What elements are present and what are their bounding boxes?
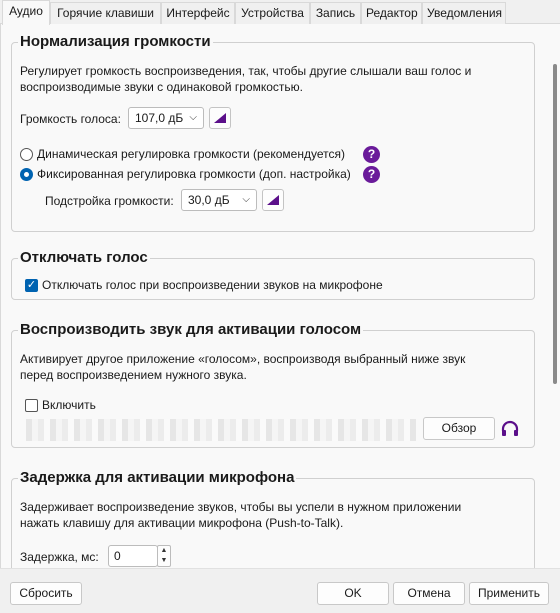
- mute-checkbox[interactable]: ✓: [25, 279, 38, 292]
- dialog-footer: Сбросить OK Отмена Применить: [0, 568, 560, 613]
- fixed-label: Фиксированная регулировка громкости (доп…: [37, 167, 351, 181]
- normalization-title: Нормализация громкости: [18, 32, 213, 52]
- tuning-select[interactable]: 30,0 дБ ⌵: [181, 189, 257, 211]
- dynamic-radio[interactable]: [20, 148, 33, 161]
- activation-group: Воспроизводить звук для активации голосо…: [11, 320, 535, 448]
- activation-desc-1: Активирует другое приложение «голосом», …: [20, 352, 466, 366]
- activation-title: Воспроизводить звук для активации голосо…: [18, 320, 364, 340]
- chevron-down-icon: ⌵: [242, 194, 250, 205]
- vertical-scrollbar[interactable]: [553, 64, 557, 384]
- dynamic-label: Динамическая регулировка громкости (реко…: [37, 147, 345, 161]
- normalization-group: Нормализация громкости Регулирует громко…: [11, 32, 535, 232]
- delay-desc-1: Задерживает воспроизведение звуков, чтоб…: [20, 500, 462, 514]
- tab-hotkeys[interactable]: Горячие клавиши: [50, 2, 161, 24]
- voice-volume-select[interactable]: 107,0 дБ ⌵: [128, 107, 204, 129]
- normalization-desc-2: воспроизводимые звуки с одинаковой громк…: [20, 80, 303, 94]
- help-icon[interactable]: ?: [363, 146, 380, 163]
- browse-button[interactable]: Обзор: [423, 417, 495, 440]
- tuning-ramp-button[interactable]: [262, 189, 284, 211]
- fixed-radio[interactable]: [20, 168, 33, 181]
- sound-path-field[interactable]: [26, 419, 416, 441]
- chevron-down-icon: ⌵: [189, 112, 197, 123]
- voice-volume-value: 107,0 дБ: [135, 111, 184, 125]
- cancel-button[interactable]: Отмена: [393, 582, 465, 605]
- tab-recording[interactable]: Запись: [310, 2, 361, 24]
- tuning-label: Подстройка громкости:: [45, 194, 174, 208]
- activation-desc-2: перед воспроизведением нужного звука.: [20, 368, 247, 382]
- delay-spinner[interactable]: ▲ ▼: [157, 545, 171, 567]
- reset-button[interactable]: Сбросить: [10, 582, 82, 605]
- tab-interface[interactable]: Интерфейс: [161, 2, 235, 24]
- mute-group: Отключать голос ✓ Отключать голос при во…: [11, 248, 535, 300]
- delay-title: Задержка для активации микрофона: [18, 468, 297, 488]
- tab-notifications[interactable]: Уведомления: [422, 2, 506, 24]
- volume-ramp-icon: [267, 195, 279, 205]
- volume-ramp-icon: [214, 113, 226, 123]
- tab-audio[interactable]: Аудио: [2, 0, 50, 25]
- tab-editor[interactable]: Редактор: [361, 2, 422, 24]
- ok-button[interactable]: OK: [317, 582, 389, 605]
- activation-enable-checkbox[interactable]: [25, 399, 38, 412]
- mute-checkbox-label: Отключать голос при воспроизведении звук…: [42, 278, 383, 292]
- delay-group: Задержка для активации микрофона Задержи…: [11, 468, 535, 568]
- voice-volume-label: Громкость голоса:: [20, 112, 121, 126]
- voice-volume-ramp-button[interactable]: [209, 107, 231, 129]
- delay-desc-2: нажать клавишу для активации микрофона (…: [20, 516, 344, 530]
- activation-enable-label: Включить: [42, 398, 96, 412]
- delay-input[interactable]: 0: [108, 545, 158, 567]
- tab-devices[interactable]: Устройства: [235, 2, 310, 24]
- tuning-value: 30,0 дБ: [188, 193, 230, 207]
- headphones-icon[interactable]: [499, 418, 521, 440]
- audio-panel: Нормализация громкости Регулирует громко…: [0, 24, 560, 568]
- delay-label: Задержка, мс:: [20, 550, 99, 564]
- apply-button[interactable]: Применить: [469, 582, 549, 605]
- tab-bar: Аудио Горячие клавиши Интерфейс Устройст…: [0, 0, 560, 25]
- normalization-desc-1: Регулирует громкость воспроизведения, та…: [20, 64, 472, 78]
- mute-title: Отключать голос: [18, 248, 150, 268]
- help-icon[interactable]: ?: [363, 166, 380, 183]
